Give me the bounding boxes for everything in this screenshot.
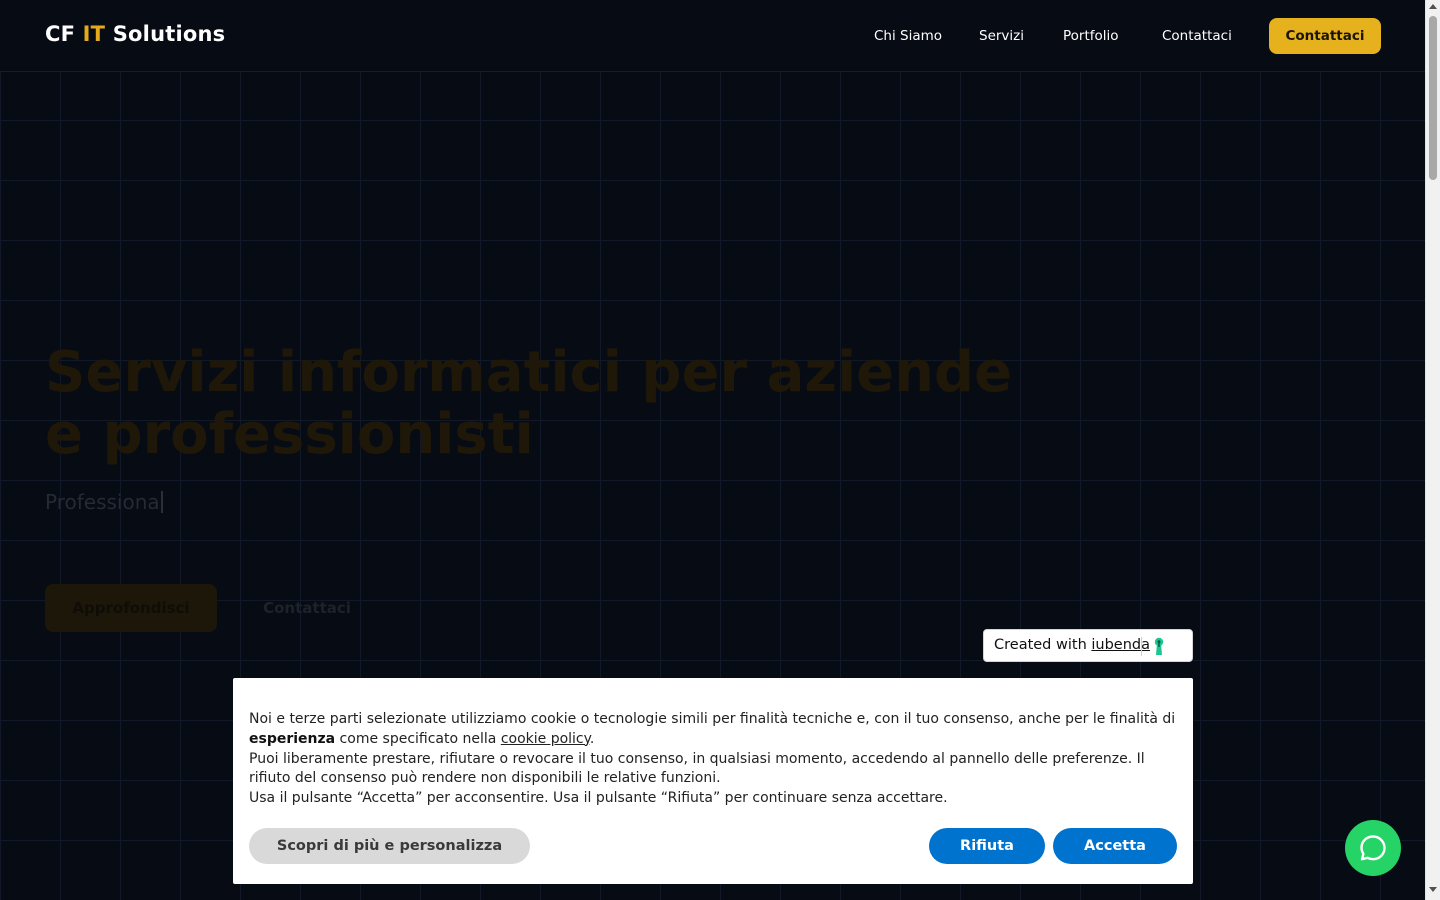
nav-link-contattaci[interactable]: Contattaci bbox=[1162, 28, 1232, 44]
scroll-up-arrow-icon[interactable] bbox=[1429, 4, 1437, 9]
cookie-text-intro: Noi e terze parti selezionate utilizziam… bbox=[249, 711, 1176, 727]
header-contact-button[interactable]: Contattaci bbox=[1269, 18, 1381, 54]
cookie-banner-text: Noi e terze parti selezionate utilizziam… bbox=[249, 710, 1179, 809]
cookie-policy-link[interactable]: cookie policy bbox=[501, 731, 590, 747]
iubenda-divider bbox=[1141, 637, 1142, 656]
whatsapp-button[interactable] bbox=[1345, 820, 1401, 876]
hero-subtitle: Professiona bbox=[45, 490, 163, 514]
nav-link-portfolio[interactable]: Portfolio bbox=[1063, 28, 1119, 44]
learn-more-button[interactable]: Approfondisci bbox=[45, 584, 217, 632]
hero-typing-text: Professiona bbox=[45, 490, 160, 514]
cookie-text-period: . bbox=[589, 730, 595, 747]
customize-button[interactable]: Scopri di più e personalizza bbox=[249, 828, 530, 864]
accept-button[interactable]: Accetta bbox=[1053, 828, 1177, 864]
site-header: CF IT Solutions Chi Siamo Servizi Portfo… bbox=[0, 0, 1425, 72]
iubenda-badge[interactable]: Created with iubenda bbox=[983, 629, 1193, 662]
hero-title: Servizi informatici per aziende e profes… bbox=[45, 340, 1013, 467]
nav-link-chi-siamo[interactable]: Chi Siamo bbox=[874, 28, 942, 44]
cookie-text-bold: esperienza bbox=[249, 730, 336, 747]
cookie-banner: Noi e terze parti selezionate utilizziam… bbox=[233, 678, 1193, 884]
cookie-text-middle: come specificato nella bbox=[335, 730, 501, 747]
page-scrollbar[interactable] bbox=[1425, 0, 1440, 900]
cookie-text-consent: Puoi liberamente prestare, rifiutare o r… bbox=[249, 750, 1145, 787]
scroll-thumb[interactable] bbox=[1429, 16, 1437, 180]
scroll-down-arrow-icon[interactable] bbox=[1429, 887, 1437, 892]
hero-contact-button[interactable]: Contattaci bbox=[240, 584, 374, 632]
typing-caret bbox=[160, 491, 163, 513]
keyhole-icon bbox=[1154, 637, 1164, 660]
nav-link-servizi[interactable]: Servizi bbox=[979, 28, 1024, 44]
reject-button[interactable]: Rifiuta bbox=[929, 828, 1045, 864]
main-nav: Chi Siamo Servizi Portfolio Contattaci bbox=[0, 0, 1425, 72]
iubenda-prefix: Created with bbox=[994, 637, 1092, 653]
cookie-text-instructions: Usa il pulsante “Accetta” per acconsenti… bbox=[249, 790, 948, 807]
iubenda-badge-text: Created with iubenda bbox=[994, 637, 1150, 653]
